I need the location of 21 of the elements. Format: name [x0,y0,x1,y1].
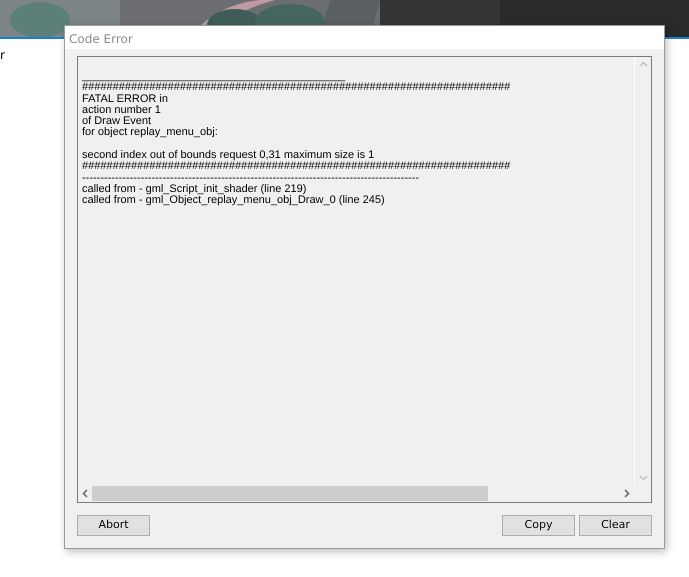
message-line: second index out of bounds request 0,31 maximum size is 1 [82,150,376,162]
scroll-left-icon[interactable] [82,489,88,498]
message-line: of Draw Event [82,116,152,128]
abort-button[interactable]: Abort [77,515,150,536]
message-line: ###################################################################### [82,161,512,173]
scrollbar-thumb[interactable] [92,486,488,501]
copy-button[interactable]: Copy [502,515,575,536]
side-text: r [0,47,5,64]
clear-button[interactable]: Clear [579,515,652,536]
window-title: Code Error [65,26,664,49]
message-line: action number 1 [82,104,162,116]
message-line: ___________________________________________ [82,71,346,82]
message-line: called from - gml_Script_init_shader (line 219) [82,184,308,195]
message-line: -------------------------------------------------------------------------------------------- [82,172,420,184]
message-line: called from - gml_Object_replay_menu_obj_Draw_0 (line 245) [82,195,386,207]
message-line: ###################################################################### [82,82,512,94]
message-line: FATAL ERROR in [82,94,169,105]
scroll-up-icon[interactable] [638,61,648,67]
scroll-down-icon[interactable] [638,475,648,481]
message-line: for object replay_menu_obj: [82,127,219,139]
scroll-right-icon[interactable] [624,489,630,498]
